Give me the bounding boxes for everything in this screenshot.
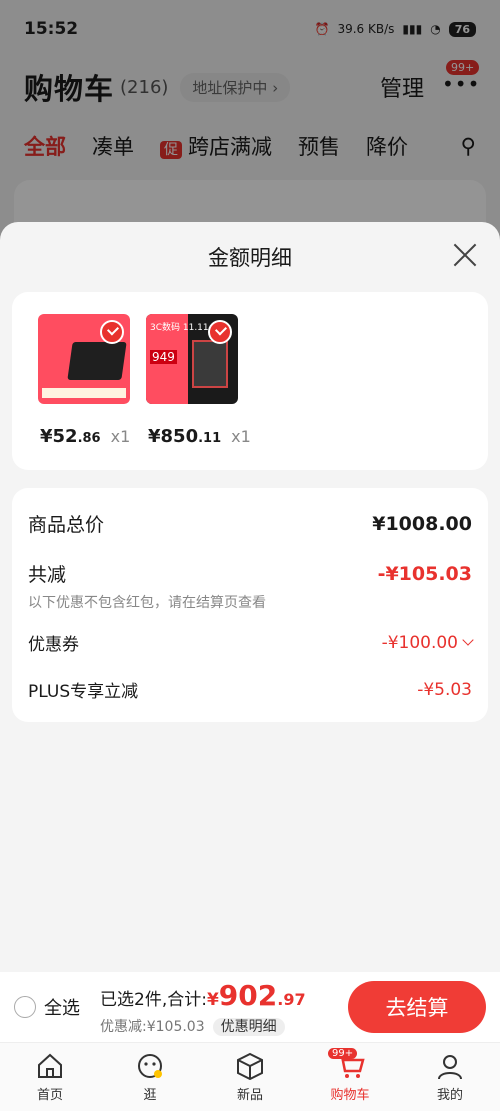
product-qty: x1 [231,427,251,446]
summary: 已选2件,合计:¥902.97 优惠减:¥105.03 优惠明细 [100,979,306,1036]
nav-label: 逛 [143,1087,157,1103]
nav-cart-badge: 99+ [328,1047,358,1059]
promo-strip [42,388,126,398]
bottom-nav: 首页 逛 新品 99+ 购物车 我的 [0,1042,500,1111]
discount-detail-button[interactable]: 优惠明细 [212,1017,285,1036]
select-all-radio[interactable] [14,996,36,1018]
reduce-note: 以下优惠不包含红包，请在结算页查看 [28,595,266,611]
checkout-button[interactable]: 去结算 [348,981,486,1033]
close-icon[interactable] [450,240,480,270]
checkout-bar: 全选 已选2件,合计:¥902.97 优惠减:¥105.03 优惠明细 去结算 [0,972,500,1042]
breakdown-card: 商品总价 ¥1008.00 共减 -¥105.03 以下优惠不包含红包，请在结算… [12,488,488,722]
total-dec: .97 [277,989,306,1009]
product-card: 3C数码 11.11 949 ¥52.86 x1 ¥850.11 x1 [12,292,488,470]
nav-label: 新品 [236,1087,263,1103]
goods-total-value: ¥1008.00 [372,512,472,535]
nav-new[interactable]: 新品 [210,1052,290,1103]
chevron-down-icon [462,633,474,646]
total-amount: ¥902.97 [207,979,306,1012]
product-image-cpu[interactable]: 3C数码 11.11 949 [146,314,238,404]
price-dec: .11 [198,431,222,446]
nav-mine[interactable]: 我的 [410,1052,490,1103]
cpu-label: 3C数码 11.11 [150,323,209,333]
total-currency: ¥ [206,989,219,1010]
home-icon [38,1053,62,1078]
price-int: ¥52 [40,426,78,447]
plus-row: PLUS专享立减 -¥5.03 [28,677,472,703]
total-int: 902 [218,978,278,1012]
product-price-2: ¥850.11 x1 [148,426,251,447]
selected-check-icon [208,320,232,344]
nav-label: 购物车 [330,1087,370,1103]
goods-total-row: 商品总价 ¥1008.00 [28,510,472,537]
browse-icon [138,1053,162,1078]
box-icon [237,1052,263,1080]
selected-check-icon [100,320,124,344]
sheet-title: 金额明细 [208,246,292,270]
product-image-mousepad[interactable] [38,314,130,404]
discount-text: 优惠减:¥105.03 [100,1018,205,1035]
product-qty: x1 [110,427,131,446]
user-icon [438,1054,462,1079]
reduce-row: 共减 -¥105.03 [28,560,472,587]
nav-label: 我的 [436,1087,463,1103]
coupon-value: -¥100.00 [381,632,458,653]
nav-browse[interactable]: 逛 [110,1052,190,1103]
coupon-label: 优惠券 [28,635,79,655]
plus-value: -¥5.03 [417,679,472,700]
cpu-tag: 949 [150,350,177,364]
reduce-value: -¥105.03 [377,562,472,585]
selected-text: 已选2件,合计: [100,989,207,1010]
coupon-row[interactable]: 优惠券 -¥100.00 [28,630,474,655]
nav-label: 首页 [36,1087,63,1103]
price-int: ¥850 [148,426,199,447]
select-all-label[interactable]: 全选 [44,994,80,1020]
mousepad-graphic [67,342,127,380]
coupon-value-wrap: -¥100.00 [381,632,474,653]
nav-cart[interactable]: 99+ 购物车 [310,1047,390,1103]
product-price-1: ¥52.86 x1 [40,426,130,447]
reduce-label: 共减 [28,564,67,586]
cpu-box-graphic [192,340,228,388]
nav-home[interactable]: 首页 [10,1052,90,1103]
goods-total-label: 商品总价 [28,514,105,536]
summary-line: 已选2件,合计:¥902.97 [100,979,306,1012]
discount-line: 优惠减:¥105.03 优惠明细 [100,1016,306,1036]
price-dec: .86 [77,431,101,446]
plus-label: PLUS专享立减 [28,682,139,702]
